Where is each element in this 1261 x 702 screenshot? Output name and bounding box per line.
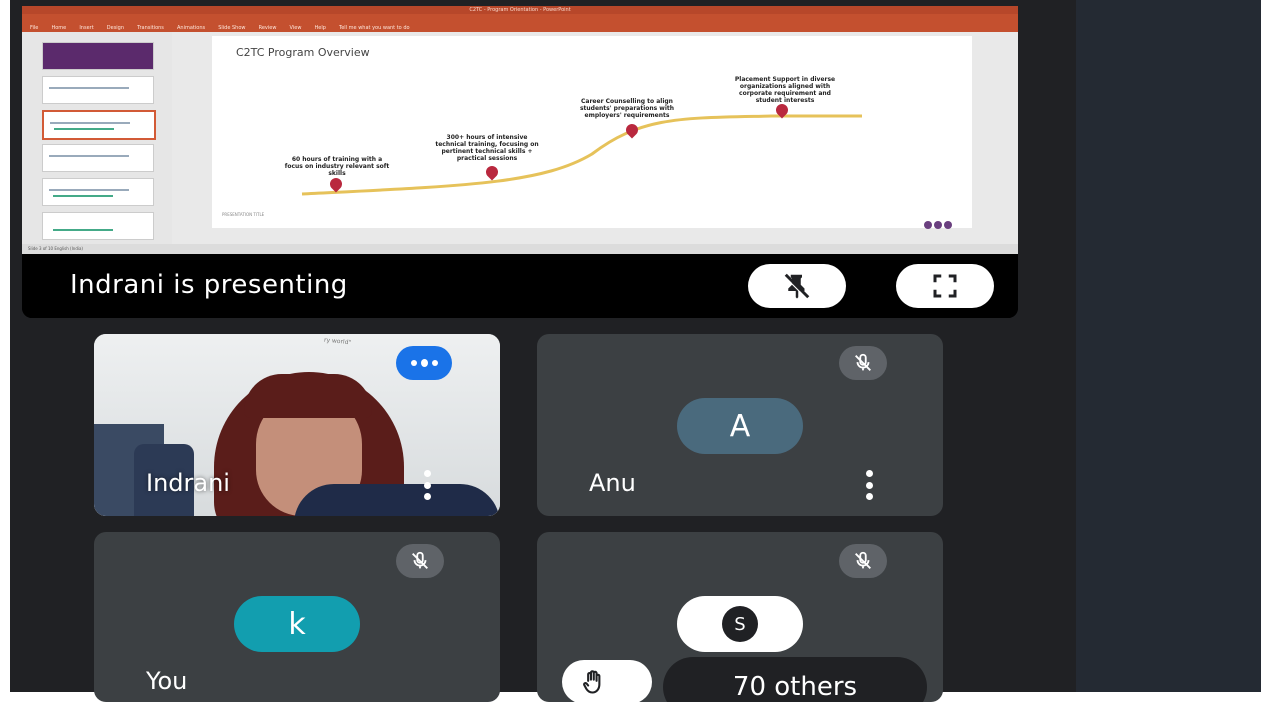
slide-thumbnail[interactable] [42, 76, 154, 104]
progress-curve [301, 114, 862, 196]
fullscreen-icon [933, 274, 957, 298]
ppt-ribbon: File Home Insert Design Transitions Anim… [22, 14, 1018, 32]
mic-off-icon [396, 544, 444, 578]
participant-name: Indrani [146, 469, 230, 497]
avatar: S [677, 596, 803, 652]
presenting-bar: Indrani is presenting [22, 254, 1018, 318]
milestone-text: 60 hours of training with a focus on ind… [284, 156, 390, 177]
ribbon-tab[interactable]: Animations [177, 25, 205, 31]
slide-thumbnail-selected[interactable] [42, 110, 156, 140]
slide-thumbnails [22, 32, 172, 246]
speaking-indicator-icon [396, 346, 452, 380]
slide-footer: PRESENTATION TITLE [222, 212, 265, 217]
avatar-initial: S [722, 606, 758, 642]
unpin-icon [783, 273, 810, 300]
ribbon-tab[interactable]: View [290, 25, 302, 31]
participant-name: You [146, 667, 188, 695]
avatar: A [677, 398, 803, 454]
ribbon-tab[interactable]: Design [107, 25, 124, 31]
milestone-text: Career Counselling to align students' pr… [579, 98, 675, 119]
ribbon-tab[interactable]: Review [259, 25, 277, 31]
avatar: k [234, 596, 360, 652]
slide-thumbnail[interactable] [42, 212, 154, 240]
slide-thumbnail[interactable] [42, 178, 154, 206]
mic-off-icon [839, 346, 887, 380]
unpin-button[interactable] [748, 264, 846, 308]
ribbon-tab[interactable]: File [30, 25, 38, 31]
ribbon-tab[interactable]: Transitions [137, 25, 164, 31]
ribbon-tab[interactable]: Insert [79, 25, 93, 31]
more-vert-icon[interactable] [422, 470, 432, 500]
logo-icons [922, 214, 962, 229]
others-count[interactable]: 70 others [663, 657, 927, 702]
fullscreen-button[interactable] [896, 264, 994, 308]
presentation-view: C2TC - Program Orientation - PowerPoint … [22, 6, 1018, 318]
ppt-title-bar: C2TC - Program Orientation - PowerPoint [22, 6, 1018, 14]
current-slide: C2TC Program Overview 60 hours of traini… [212, 36, 972, 229]
ribbon-tab[interactable]: Home [51, 25, 66, 31]
side-panel [1076, 0, 1261, 692]
ppt-status-bar: Slide 3 of 10 English (India) [22, 244, 1018, 254]
powerpoint-window: C2TC - Program Orientation - PowerPoint … [22, 6, 1018, 254]
participant-tile-others[interactable]: S 70 others [537, 532, 943, 702]
milestone-text: Placement Support in diverse organizatio… [734, 76, 836, 104]
participant-name: Anu [589, 469, 636, 497]
raise-hand-button[interactable] [562, 660, 652, 702]
ribbon-tab[interactable]: Help [315, 25, 326, 31]
participant-tile-indrani[interactable]: ry world" Indrani [94, 334, 500, 516]
slide-thumbnail[interactable] [42, 144, 154, 172]
status-text: Slide 3 of 10 English (India) [28, 246, 83, 251]
mic-off-icon [839, 544, 887, 578]
slide-thumbnail[interactable] [42, 42, 154, 70]
tell-me-search[interactable]: Tell me what you want to do [339, 25, 410, 31]
participant-tile-anu[interactable]: A Anu [537, 334, 943, 516]
ribbon-tab[interactable]: Slide Show [218, 25, 245, 31]
participant-tile-you[interactable]: k You [94, 532, 500, 702]
presenting-label: Indrani is presenting [70, 270, 348, 300]
milestone-text: 300+ hours of intensive technical traini… [435, 134, 539, 162]
more-vert-icon[interactable] [864, 470, 874, 500]
